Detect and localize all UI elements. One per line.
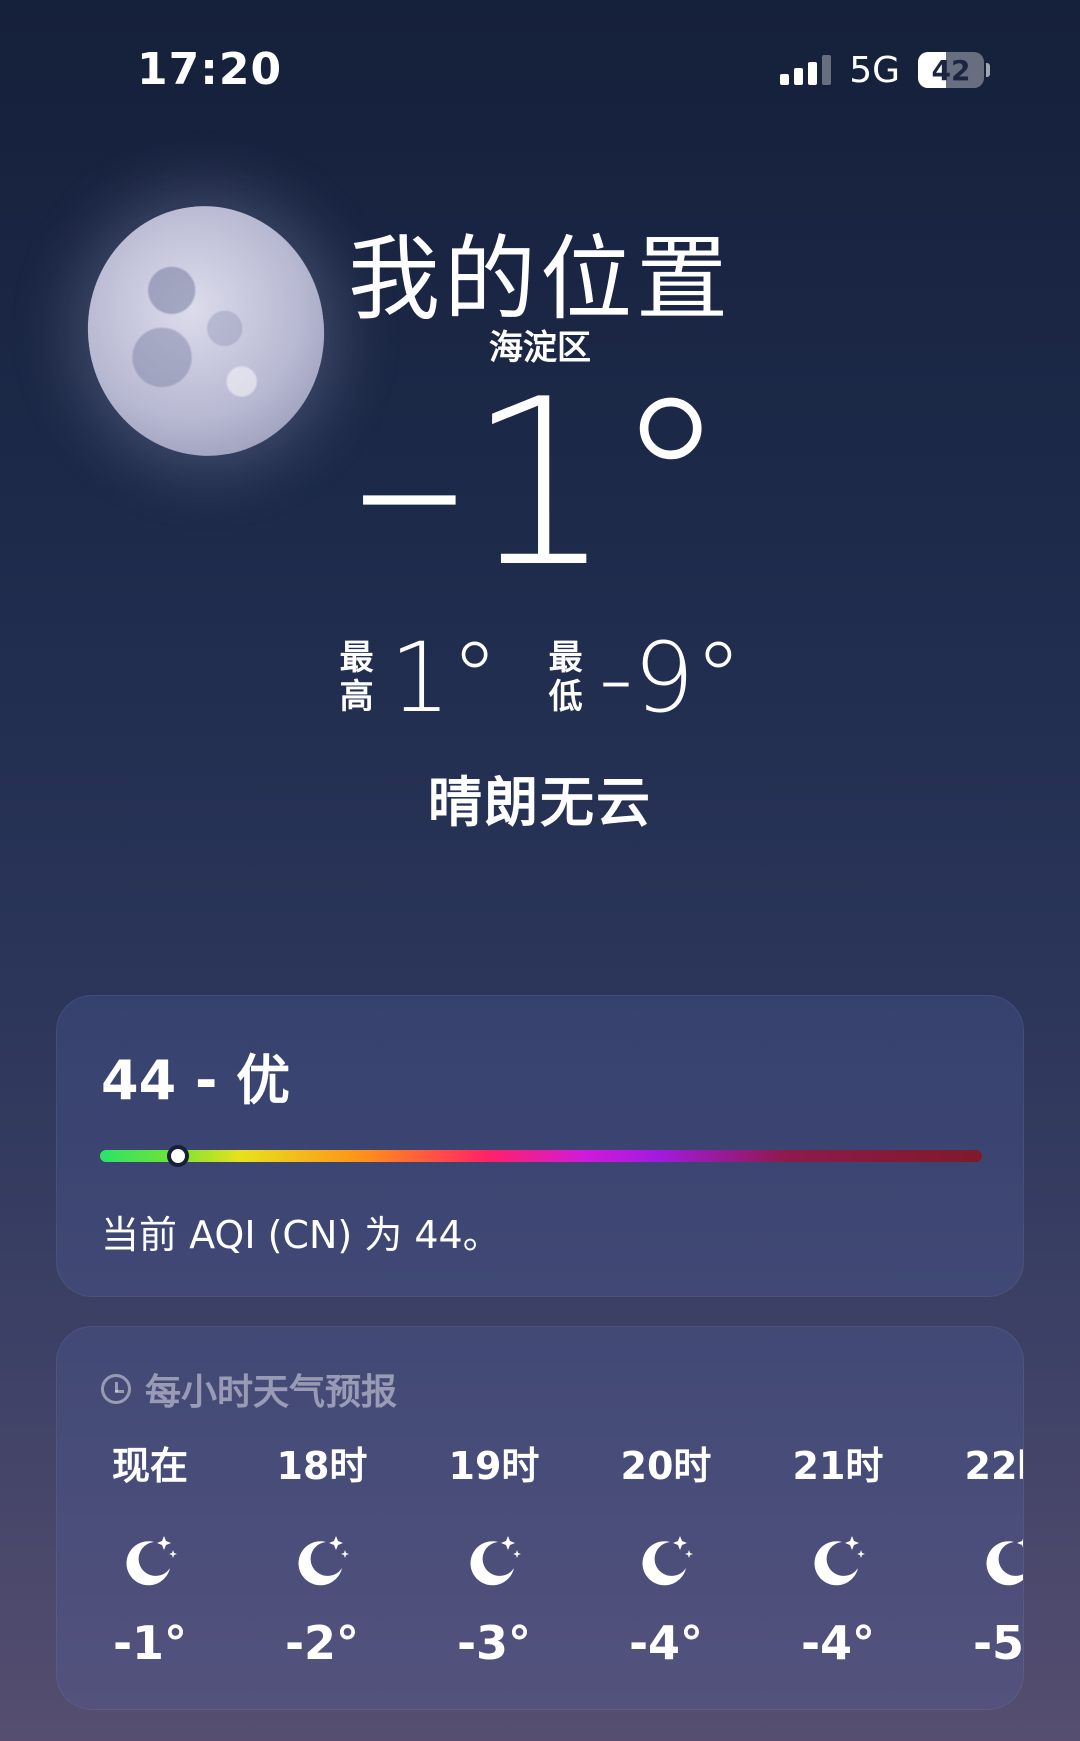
signal-strength-icon (780, 55, 832, 85)
high-value: 1° (389, 622, 499, 734)
location-title: 我的位置 (347, 226, 732, 333)
hourly-item: 18时 -2° (247, 1435, 397, 1670)
hourly-temp: -1° (112, 1616, 188, 1670)
aqi-card[interactable]: 44 - 优 当前 AQI (CN) 为 44。 (56, 995, 1024, 1297)
hourly-time: 20时 (620, 1444, 712, 1488)
network-type: 5G (849, 49, 900, 91)
hourly-temp: -4° (800, 1616, 876, 1670)
low-value: -9° (598, 622, 743, 734)
battery-percent: 42 (931, 53, 971, 87)
moon-stars-icon (75, 1528, 225, 1588)
status-indicators: 5G 42 (780, 49, 990, 91)
hourly-item: 现在 -1° (75, 1435, 225, 1670)
hourly-header: 每小时天气预报 (101, 1363, 397, 1415)
low-label: 最低 (548, 637, 583, 717)
hourly-time: 19时 (448, 1444, 540, 1488)
hourly-temp: -2° (284, 1616, 360, 1670)
status-time: 17:20 (137, 44, 283, 95)
high-low-row: 最高 1° 最低 -9° (0, 630, 1080, 726)
hourly-item: 19时 -3° (419, 1435, 569, 1670)
hourly-time: 18时 (276, 1444, 368, 1488)
moon-stars-icon (591, 1528, 741, 1588)
moon-stars-icon (763, 1528, 913, 1588)
low-temperature: 最低 -9° (547, 630, 743, 726)
hourly-time: 21时 (792, 1444, 884, 1488)
hourly-item: 21时 -4° (763, 1435, 913, 1670)
high-temperature: 最高 1° (338, 630, 499, 726)
hourly-item: 20时 -4° (591, 1435, 741, 1670)
weather-condition: 晴朗无云 (428, 771, 652, 834)
hourly-header-label: 每小时天气预报 (145, 1372, 398, 1413)
aqi-scale-bar (100, 1150, 982, 1162)
moon-stars-icon (935, 1528, 1023, 1588)
clock-icon (101, 1374, 131, 1404)
aqi-description: 当前 AQI (CN) 为 44。 (101, 1213, 501, 1257)
high-label: 最高 (339, 637, 374, 717)
current-temperature: –1° (351, 351, 729, 618)
hourly-temp: -4° (628, 1616, 704, 1670)
hourly-item: 22时 -5° (935, 1435, 1024, 1670)
hourly-time: 现在 (111, 1444, 188, 1488)
hourly-temp: -3° (456, 1616, 532, 1670)
hourly-time: 22时 (964, 1444, 1023, 1488)
hourly-forecast-card[interactable]: 每小时天气预报 现在 -1° 18时 -2° 19时 -3° 20时 -4° 21时 -4° 22时… (56, 1326, 1024, 1710)
moon-stars-icon (419, 1528, 569, 1588)
battery-cap (986, 63, 990, 77)
aqi-indicator-dot (166, 1145, 189, 1167)
hourly-temp: -5° (972, 1616, 1024, 1670)
aqi-title: 44 - 优 (101, 1049, 291, 1112)
moon-stars-icon (247, 1528, 397, 1588)
battery-icon: 42 (918, 52, 984, 88)
